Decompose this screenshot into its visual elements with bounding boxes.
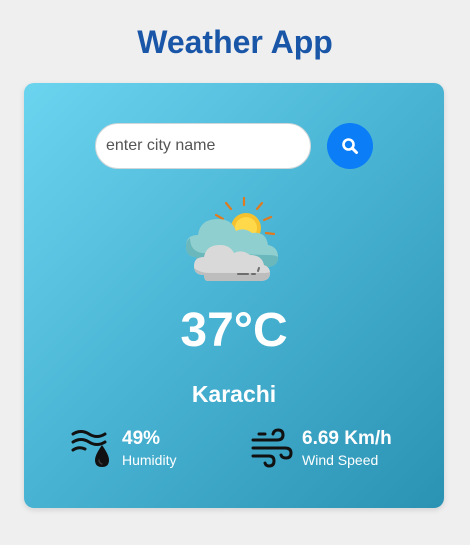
wind-speed-value: 6.69 Km/h bbox=[302, 428, 392, 449]
app-title: Weather App bbox=[137, 24, 333, 60]
search-button[interactable] bbox=[327, 123, 373, 169]
search-icon bbox=[342, 138, 358, 154]
city-search-input[interactable] bbox=[95, 123, 311, 169]
city-name: Karachi bbox=[191, 381, 277, 407]
humidity-value: 49% bbox=[122, 428, 161, 449]
temperature: 37°C bbox=[180, 304, 288, 357]
wind-icon bbox=[251, 428, 293, 468]
wind-detail: 6.69 Km/h Wind Speed bbox=[251, 428, 426, 468]
weather-app-page: Weather App enter city name 37°C Karachi… bbox=[0, 0, 470, 545]
partly-cloudy-icon bbox=[186, 196, 278, 281]
wind-speed-label: Wind Speed bbox=[302, 452, 379, 468]
humidity-label: Humidity bbox=[122, 452, 177, 468]
humidity-icon bbox=[71, 430, 109, 467]
humidity-detail: 49% Humidity bbox=[71, 428, 211, 468]
weather-card: 37°C Karachi 49% Humidity bbox=[24, 83, 444, 508]
